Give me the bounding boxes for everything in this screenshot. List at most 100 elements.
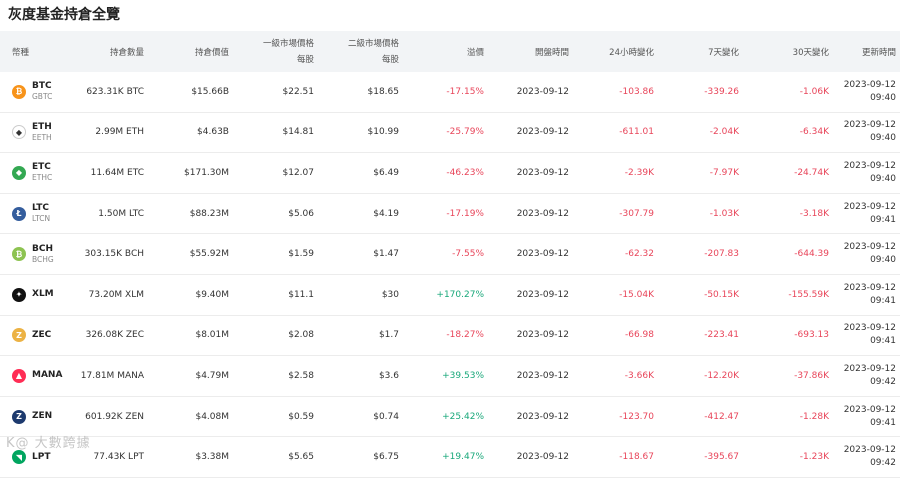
premium: -17.15% [446, 86, 484, 97]
header-change-7d[interactable]: 7天變化 [660, 46, 745, 58]
holding-amount: 17.81M MANA [80, 370, 144, 381]
header-coin[interactable]: 幣種 [0, 46, 70, 58]
table-row[interactable]: ▲ MANA 17.81M MANA $4.79M $2.58 $3.6 +39.53% 20… [0, 356, 900, 397]
header-primary-price[interactable]: 一級市場價格 每股 [235, 36, 320, 68]
table-row[interactable]: ◆ ETH EETH 2.99M ETH $4.63B $14.81 $10.99 -25.7… [0, 113, 900, 154]
updated-time: 2023-09-12 09:40 [835, 160, 900, 186]
table-row[interactable]: ◥ LPT 77.43K LPT $3.38M $5.65 $6.75 +19.47% 202… [0, 437, 900, 478]
change-30d: -37.86K [794, 370, 829, 381]
coin-cell: ₿ BCH BCHG [0, 244, 70, 265]
change-7d: -7.97K [709, 167, 739, 178]
change-7d: -339.26 [704, 86, 739, 97]
updated-date: 2023-09-12 [843, 404, 896, 415]
header-secondary-price[interactable]: 二級市場價格 每股 [320, 36, 405, 68]
lpt-icon: ◥ [12, 450, 26, 465]
coin-cell: ◥ LPT [0, 450, 70, 465]
coin-symbol: BCH [32, 243, 53, 254]
holding-value: $9.40M [195, 289, 229, 300]
coin-symbol: BTC [32, 81, 52, 92]
change-7d: -50.15K [704, 289, 739, 300]
coin-symbol: ETH [32, 121, 52, 132]
coin-cell: ▲ MANA [0, 368, 70, 383]
trust-ticker: LTCN [32, 214, 51, 224]
change-30d: -1.28K [799, 411, 829, 422]
watermark: K@ 大數跨據 [6, 436, 91, 451]
updated-date: 2023-09-12 [843, 445, 896, 456]
open-time: 2023-09-12 [516, 167, 569, 178]
updated-date: 2023-09-12 [843, 323, 896, 334]
table-row[interactable]: ✦ XLM 73.20M XLM $9.40M $11.1 $30 +170.27% 2023… [0, 275, 900, 316]
change-30d: -155.59K [788, 289, 829, 300]
header-change-24h[interactable]: 24小時變化 [575, 46, 660, 58]
primary-price: $14.81 [282, 127, 315, 138]
coin-cell: Ł LTC LTCN [0, 203, 70, 224]
mana-icon: ▲ [12, 368, 26, 383]
holding-amount: 326.08K ZEC [85, 330, 144, 341]
holding-value: $171.30M [184, 167, 229, 178]
header-amount[interactable]: 持倉數量 [70, 46, 150, 58]
header-value[interactable]: 持倉價值 [150, 46, 235, 58]
coin-cell: Z ZEN [0, 409, 70, 424]
open-time: 2023-09-12 [516, 330, 569, 341]
coin-symbol: ZEC [32, 329, 52, 340]
holding-amount: 2.99M ETH [95, 127, 144, 138]
holding-value: $4.08M [195, 411, 229, 422]
premium: -25.79% [446, 127, 484, 138]
table-row[interactable]: ₿ BTC GBTC 623.31K BTC $15.66B $22.51 $18.65 -1… [0, 72, 900, 113]
secondary-price: $4.19 [373, 208, 399, 219]
updated-date: 2023-09-12 [843, 363, 896, 374]
open-time: 2023-09-12 [516, 127, 569, 138]
change-30d: -644.39 [794, 249, 829, 260]
eth-icon: ◆ [12, 125, 26, 140]
trust-ticker: GBTC [32, 92, 53, 102]
holding-amount: 1.50M LTC [98, 208, 144, 219]
updated-clock: 09:42 [870, 458, 896, 469]
table-row[interactable]: Z ZEN 601.92K ZEN $4.08M $0.59 $0.74 +25.42% 20… [0, 397, 900, 438]
header-open-time[interactable]: 開盤時間 [490, 46, 575, 58]
change-24h: -307.79 [619, 208, 654, 219]
open-time: 2023-09-12 [516, 370, 569, 381]
updated-time: 2023-09-12 09:41 [835, 282, 900, 308]
change-30d: -3.18K [799, 208, 829, 219]
coin-symbol: LTC [32, 203, 49, 214]
holdings-table: 幣種 持倉數量 持倉價值 一級市場價格 每股 二級市場價格 每股 溢價 開盤時間… [0, 31, 900, 478]
holding-amount: 303.15K BCH [84, 249, 144, 260]
table-row[interactable]: ◆ ETC ETHC 11.64M ETC $171.30M $12.07 $6.49 -46… [0, 153, 900, 194]
updated-date: 2023-09-12 [843, 242, 896, 253]
header-change-30d[interactable]: 30天變化 [745, 46, 835, 58]
header-premium[interactable]: 溢價 [405, 46, 490, 58]
table-row[interactable]: ₿ BCH BCHG 303.15K BCH $55.92M $1.59 $1.47 -7.5… [0, 234, 900, 275]
coin-symbol: MANA [32, 370, 63, 381]
table-row[interactable]: Ł LTC LTCN 1.50M LTC $88.23M $5.06 $4.19 -17.19… [0, 194, 900, 235]
primary-price: $2.58 [288, 370, 314, 381]
updated-time: 2023-09-12 09:41 [835, 404, 900, 430]
header-secondary-price-unit: 每股 [381, 54, 399, 65]
primary-price: $22.51 [282, 86, 315, 97]
change-7d: -207.83 [704, 249, 739, 260]
secondary-price: $1.47 [373, 249, 399, 260]
premium: -17.19% [446, 208, 484, 219]
updated-date: 2023-09-12 [843, 201, 896, 212]
primary-price: $2.08 [288, 330, 314, 341]
secondary-price: $18.65 [367, 86, 400, 97]
updated-clock: 09:41 [870, 214, 896, 225]
secondary-price: $6.49 [373, 167, 399, 178]
primary-price: $11.1 [288, 289, 314, 300]
coin-symbol: ETC [32, 162, 51, 173]
primary-price: $12.07 [282, 167, 315, 178]
holding-amount: 623.31K BTC [86, 86, 144, 97]
updated-clock: 09:40 [870, 255, 896, 266]
primary-price: $0.59 [288, 411, 314, 422]
change-24h: -2.39K [624, 167, 654, 178]
updated-time: 2023-09-12 09:40 [835, 119, 900, 145]
updated-clock: 09:41 [870, 417, 896, 428]
premium: -46.23% [446, 167, 484, 178]
trust-ticker: BCHG [32, 254, 54, 264]
change-7d: -1.03K [709, 208, 739, 219]
header-secondary-price-label: 二級市場價格 [347, 38, 399, 49]
change-24h: -66.98 [624, 330, 654, 341]
updated-clock: 09:40 [870, 92, 896, 103]
table-row[interactable]: Z ZEC 326.08K ZEC $8.01M $2.08 $1.7 -18.27% 202… [0, 316, 900, 357]
open-time: 2023-09-12 [516, 411, 569, 422]
header-updated[interactable]: 更新時間 [835, 46, 900, 58]
